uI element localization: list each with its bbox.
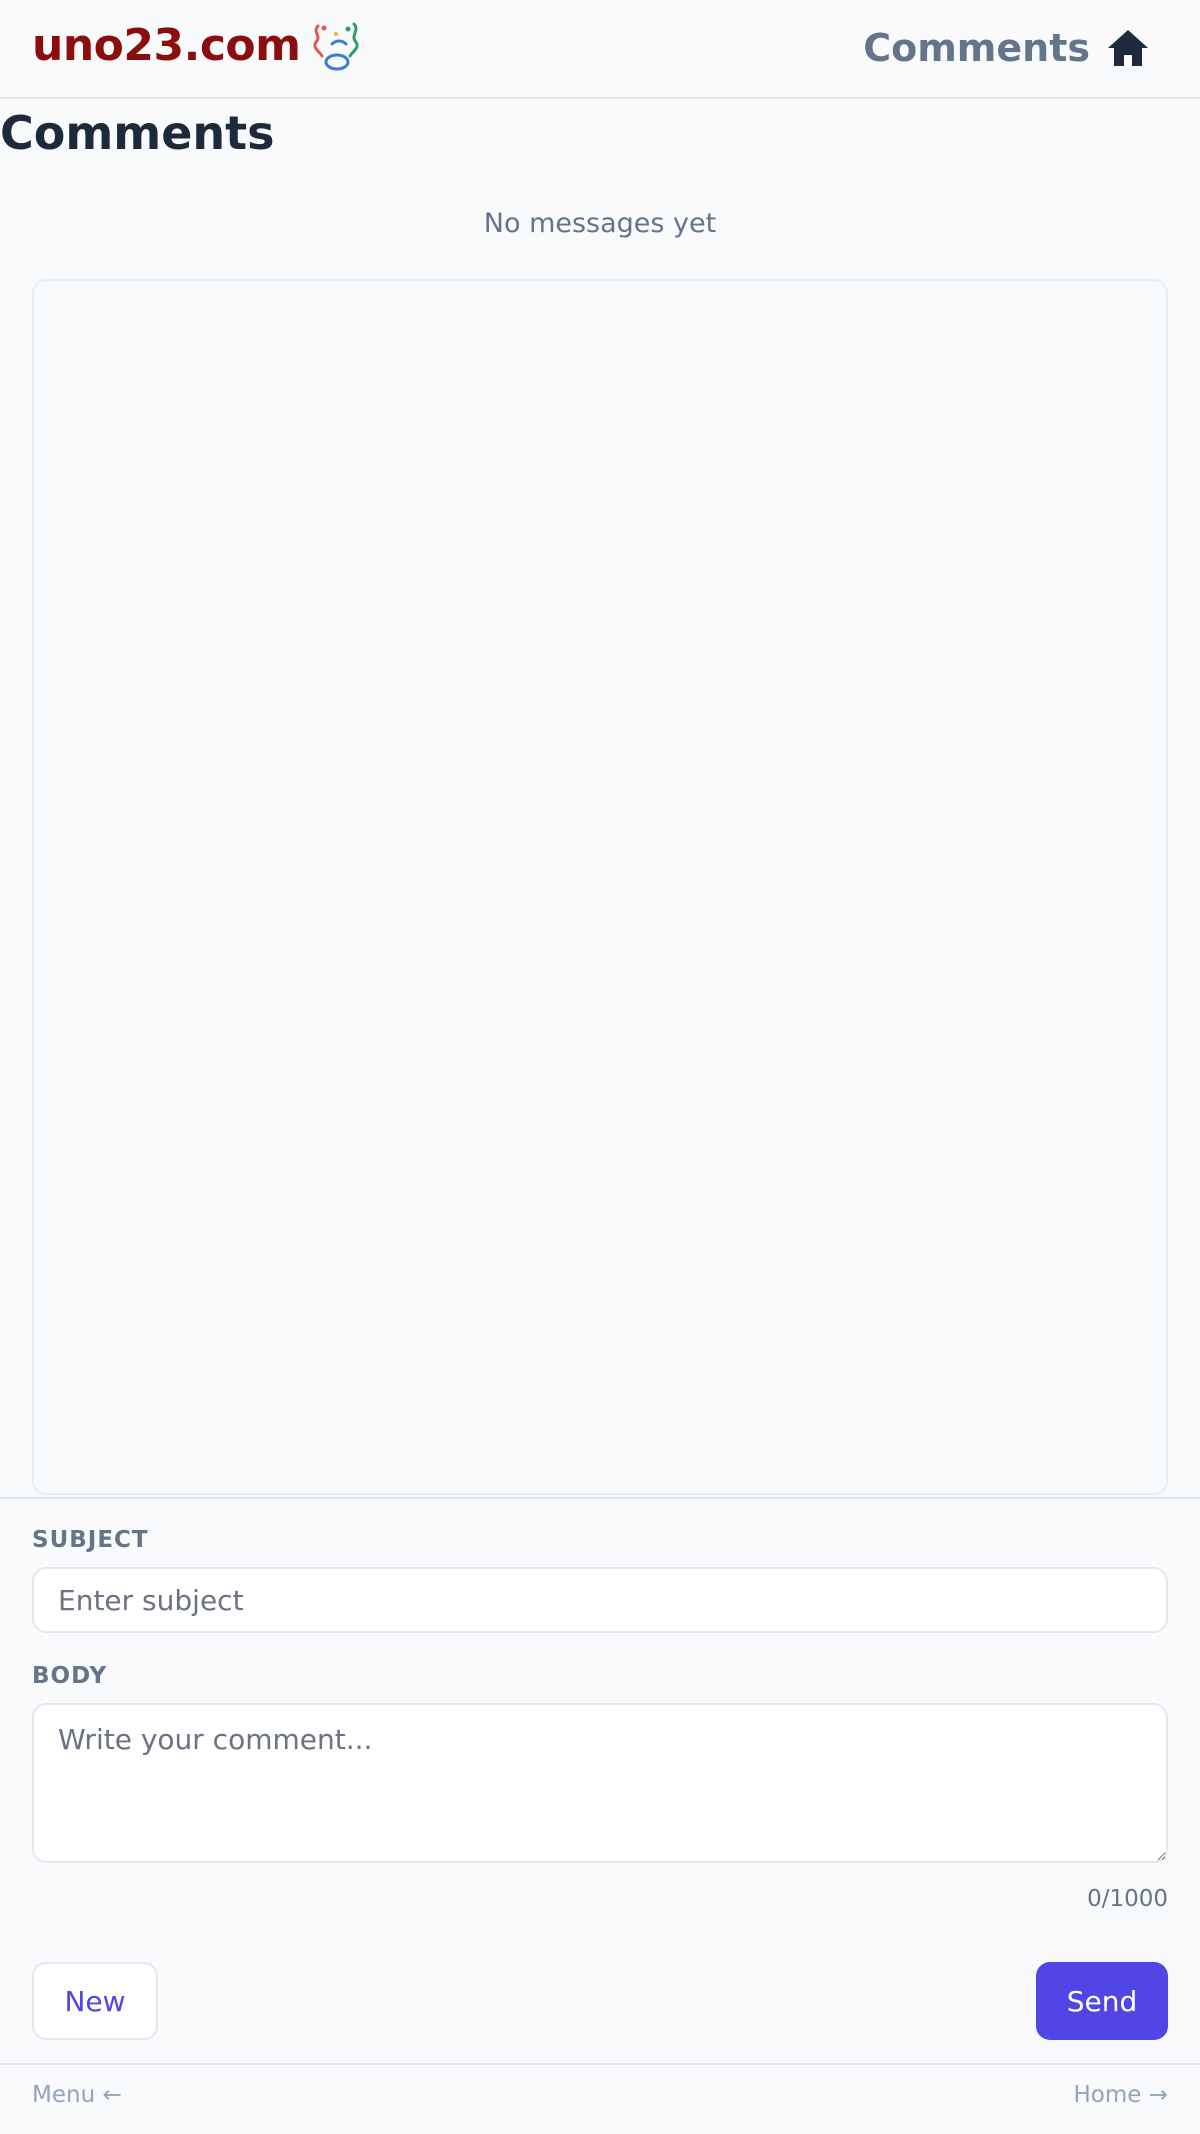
footer-menu-link[interactable]: Menu ← [32,2082,122,2108]
balloon-logo-icon[interactable] [308,20,370,74]
footer-divider [0,2063,1200,2065]
new-button[interactable]: New [32,1962,158,2040]
brand-name[interactable]: uno23.com [32,20,301,71]
subject-label: SUBJECT [32,1527,149,1553]
char-counter: 0/1000 [1087,1886,1168,1912]
send-button[interactable]: Send [1036,1962,1168,2040]
header: uno23.com Comments [0,0,1200,99]
subject-input[interactable] [32,1567,1168,1633]
body-textarea[interactable] [32,1703,1168,1863]
message-list[interactable] [32,279,1168,1495]
empty-message: No messages yet [483,208,717,239]
home-icon[interactable] [1106,28,1150,68]
form-divider [0,1497,1200,1499]
header-title: Comments [863,26,1090,70]
comments-page: uno23.com Comments Comments No messages … [0,0,1200,2134]
body-label: BODY [32,1663,108,1689]
footer-home-link[interactable]: Home → [1073,2082,1168,2108]
page-title: Comments [0,106,275,160]
